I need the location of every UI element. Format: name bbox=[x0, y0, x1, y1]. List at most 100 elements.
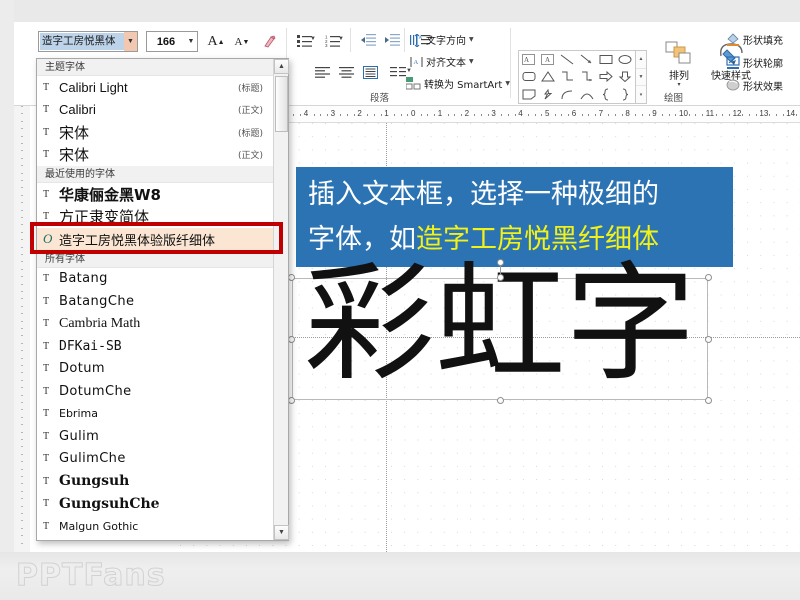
ruler-minor-tick bbox=[508, 114, 509, 116]
align-text-button[interactable]: A 对齐文本 ▼ bbox=[410, 54, 474, 69]
align-left-button[interactable] bbox=[310, 60, 334, 84]
font-list-item[interactable]: TMalgun Gothic bbox=[37, 515, 275, 538]
shape-outline-button[interactable]: 形状轮廓 bbox=[726, 55, 783, 70]
numbered-list-dropdown-arrow[interactable]: ▼ bbox=[338, 36, 344, 42]
shapes-gallery[interactable]: A A bbox=[518, 50, 636, 104]
font-list-item[interactable]: T方正隶变简体 bbox=[37, 206, 275, 229]
shape-curve-down[interactable] bbox=[558, 86, 577, 103]
font-list-scroll-down[interactable]: ▼ bbox=[274, 525, 289, 540]
resize-handle-bottom-center[interactable] bbox=[497, 397, 504, 404]
decrease-indent-button[interactable] bbox=[356, 28, 380, 52]
arrange-dropdown-arrow[interactable]: ▾ bbox=[656, 82, 702, 87]
shape-down-arrow-block[interactable] bbox=[616, 68, 635, 85]
font-list[interactable]: 主题字体TCalibri Light(标题)TCalibri(正文)T宋体(标题… bbox=[37, 59, 275, 540]
font-list-item[interactable]: TGulim bbox=[37, 425, 275, 448]
vertical-ruler-minor-tick bbox=[21, 424, 23, 425]
shapes-gallery-scroll-up[interactable]: ▲ bbox=[636, 51, 646, 69]
resize-handle-top-left[interactable] bbox=[288, 274, 295, 281]
increase-indent-button[interactable] bbox=[380, 28, 404, 52]
shape-triangle[interactable] bbox=[538, 68, 557, 85]
ruler-minor-tick bbox=[742, 114, 743, 116]
font-list-item[interactable]: TEbrima bbox=[37, 403, 275, 426]
shape-elbow-connector[interactable] bbox=[558, 68, 577, 85]
font-list-item[interactable]: TCambria Math bbox=[37, 313, 275, 336]
font-list-item[interactable]: TBatangChe bbox=[37, 290, 275, 313]
shapes-gallery-scroll-down[interactable]: ▼ bbox=[636, 69, 646, 87]
font-list-item[interactable]: T宋体(正文) bbox=[37, 144, 275, 167]
convert-to-smartart-button[interactable]: 转换为 SmartArt ▼ bbox=[406, 76, 510, 91]
font-size-combobox[interactable]: 166 ▼ bbox=[146, 31, 198, 52]
bullet-list-dropdown-arrow[interactable]: ▼ bbox=[310, 36, 316, 42]
shape-folded-corner[interactable] bbox=[519, 86, 538, 103]
title-textbox[interactable]: 彩虹字 bbox=[292, 278, 708, 400]
shape-right-arrow-block[interactable] bbox=[596, 68, 615, 85]
resize-handle-middle-right[interactable] bbox=[705, 336, 712, 343]
shapes-gallery-more[interactable]: ▾ bbox=[636, 86, 646, 103]
font-list-item[interactable]: O造字工房悦黑体验版纤细体 bbox=[37, 228, 275, 251]
shape-rounded-rectangle[interactable] bbox=[519, 68, 538, 85]
rotation-handle[interactable] bbox=[497, 259, 504, 266]
resize-handle-bottom-right[interactable] bbox=[705, 397, 712, 404]
font-list-item[interactable]: TGulimChe bbox=[37, 448, 275, 471]
shapes-gallery-scrollbar[interactable]: ▲ ▼ ▾ bbox=[636, 50, 647, 104]
shape-fill-button[interactable]: 形状填充 bbox=[726, 32, 783, 47]
resize-handle-top-right[interactable] bbox=[705, 274, 712, 281]
font-list-item[interactable]: TBatang bbox=[37, 268, 275, 291]
font-list-item[interactable]: T宋体(标题) bbox=[37, 121, 275, 144]
font-dropdown-panel[interactable]: 主题字体TCalibri Light(标题)TCalibri(正文)T宋体(标题… bbox=[36, 58, 289, 541]
ruler-minor-tick bbox=[695, 114, 696, 116]
font-list-scroll-thumb[interactable] bbox=[275, 76, 288, 132]
clear-formatting-button[interactable] bbox=[258, 30, 282, 54]
font-list-item[interactable]: TGungsuhChe bbox=[37, 493, 275, 516]
ruler-minor-tick bbox=[293, 114, 294, 116]
font-list-item[interactable]: TDotumChe bbox=[37, 380, 275, 403]
resize-handle-bottom-left[interactable] bbox=[288, 397, 295, 404]
font-list-item[interactable]: TDFKai-SB bbox=[37, 335, 275, 358]
font-name-value[interactable]: 造字工房悦黑体 bbox=[40, 33, 124, 50]
align-center-button[interactable] bbox=[334, 60, 358, 84]
vertical-ruler-minor-tick bbox=[21, 195, 23, 196]
powerpoint-window: 造字工房悦黑体 ▼ 166 ▼ A▲ A▼ ▼ bbox=[0, 0, 800, 600]
shape-vertical-textbox[interactable]: A bbox=[538, 51, 557, 68]
font-list-item[interactable]: TDotum bbox=[37, 358, 275, 381]
shape-left-brace[interactable] bbox=[596, 86, 615, 103]
ruler-minor-tick bbox=[394, 114, 395, 116]
font-list-item[interactable]: T华康俪金黑W8 bbox=[37, 183, 275, 206]
justify-button[interactable] bbox=[358, 60, 382, 84]
shrink-font-button[interactable]: A▼ bbox=[230, 30, 254, 54]
vertical-ruler-minor-tick bbox=[21, 284, 23, 285]
ruler-tick-label: 2 bbox=[465, 109, 469, 118]
shape-elbow-arrow-connector[interactable] bbox=[577, 68, 596, 85]
resize-handle-top-center[interactable] bbox=[497, 274, 504, 281]
resize-handle-middle-left[interactable] bbox=[288, 336, 295, 343]
font-list-item[interactable]: TCalibri(正文) bbox=[37, 99, 275, 122]
align-text-dropdown-arrow[interactable]: ▼ bbox=[469, 58, 474, 65]
vertical-ruler[interactable] bbox=[14, 106, 30, 552]
increase-indent-icon bbox=[385, 34, 400, 46]
shape-effects-button[interactable]: 形状效果 bbox=[726, 78, 783, 93]
font-list-item[interactable]: TCalibri Light(标题) bbox=[37, 76, 275, 99]
grow-font-button[interactable]: A▲ bbox=[204, 30, 228, 54]
font-list-item[interactable]: TMeiryo bbox=[37, 538, 275, 541]
font-list-item[interactable]: TGungsuh bbox=[37, 470, 275, 493]
arrange-button[interactable]: 排列 ▾ bbox=[656, 40, 702, 87]
font-name-dropdown-arrow[interactable]: ▼ bbox=[124, 32, 137, 51]
font-size-dropdown-arrow[interactable]: ▼ bbox=[185, 38, 197, 45]
group-separator-4 bbox=[510, 28, 511, 98]
shape-oval[interactable] bbox=[616, 51, 635, 68]
text-direction-dropdown-arrow[interactable]: ▼ bbox=[469, 36, 474, 43]
font-list-scrollbar[interactable]: ▲ ▼ bbox=[273, 59, 288, 540]
shape-arrow[interactable] bbox=[577, 51, 596, 68]
vertical-ruler-minor-tick bbox=[21, 106, 23, 107]
ruler-tick-label: 11 bbox=[706, 109, 714, 118]
font-size-value[interactable]: 166 bbox=[147, 36, 185, 48]
shape-textbox[interactable]: A bbox=[519, 51, 538, 68]
font-list-scroll-up[interactable]: ▲ bbox=[274, 59, 289, 74]
shape-lightning-bolt[interactable] bbox=[538, 86, 557, 103]
shape-right-brace[interactable] bbox=[616, 86, 635, 103]
shape-rectangle[interactable] bbox=[596, 51, 615, 68]
font-name-combobox[interactable]: 造字工房悦黑体 ▼ bbox=[38, 31, 138, 52]
shape-arc[interactable] bbox=[577, 86, 596, 103]
text-direction-button[interactable]: A 文字方向 ▼ bbox=[410, 32, 474, 47]
shape-line[interactable] bbox=[558, 51, 577, 68]
